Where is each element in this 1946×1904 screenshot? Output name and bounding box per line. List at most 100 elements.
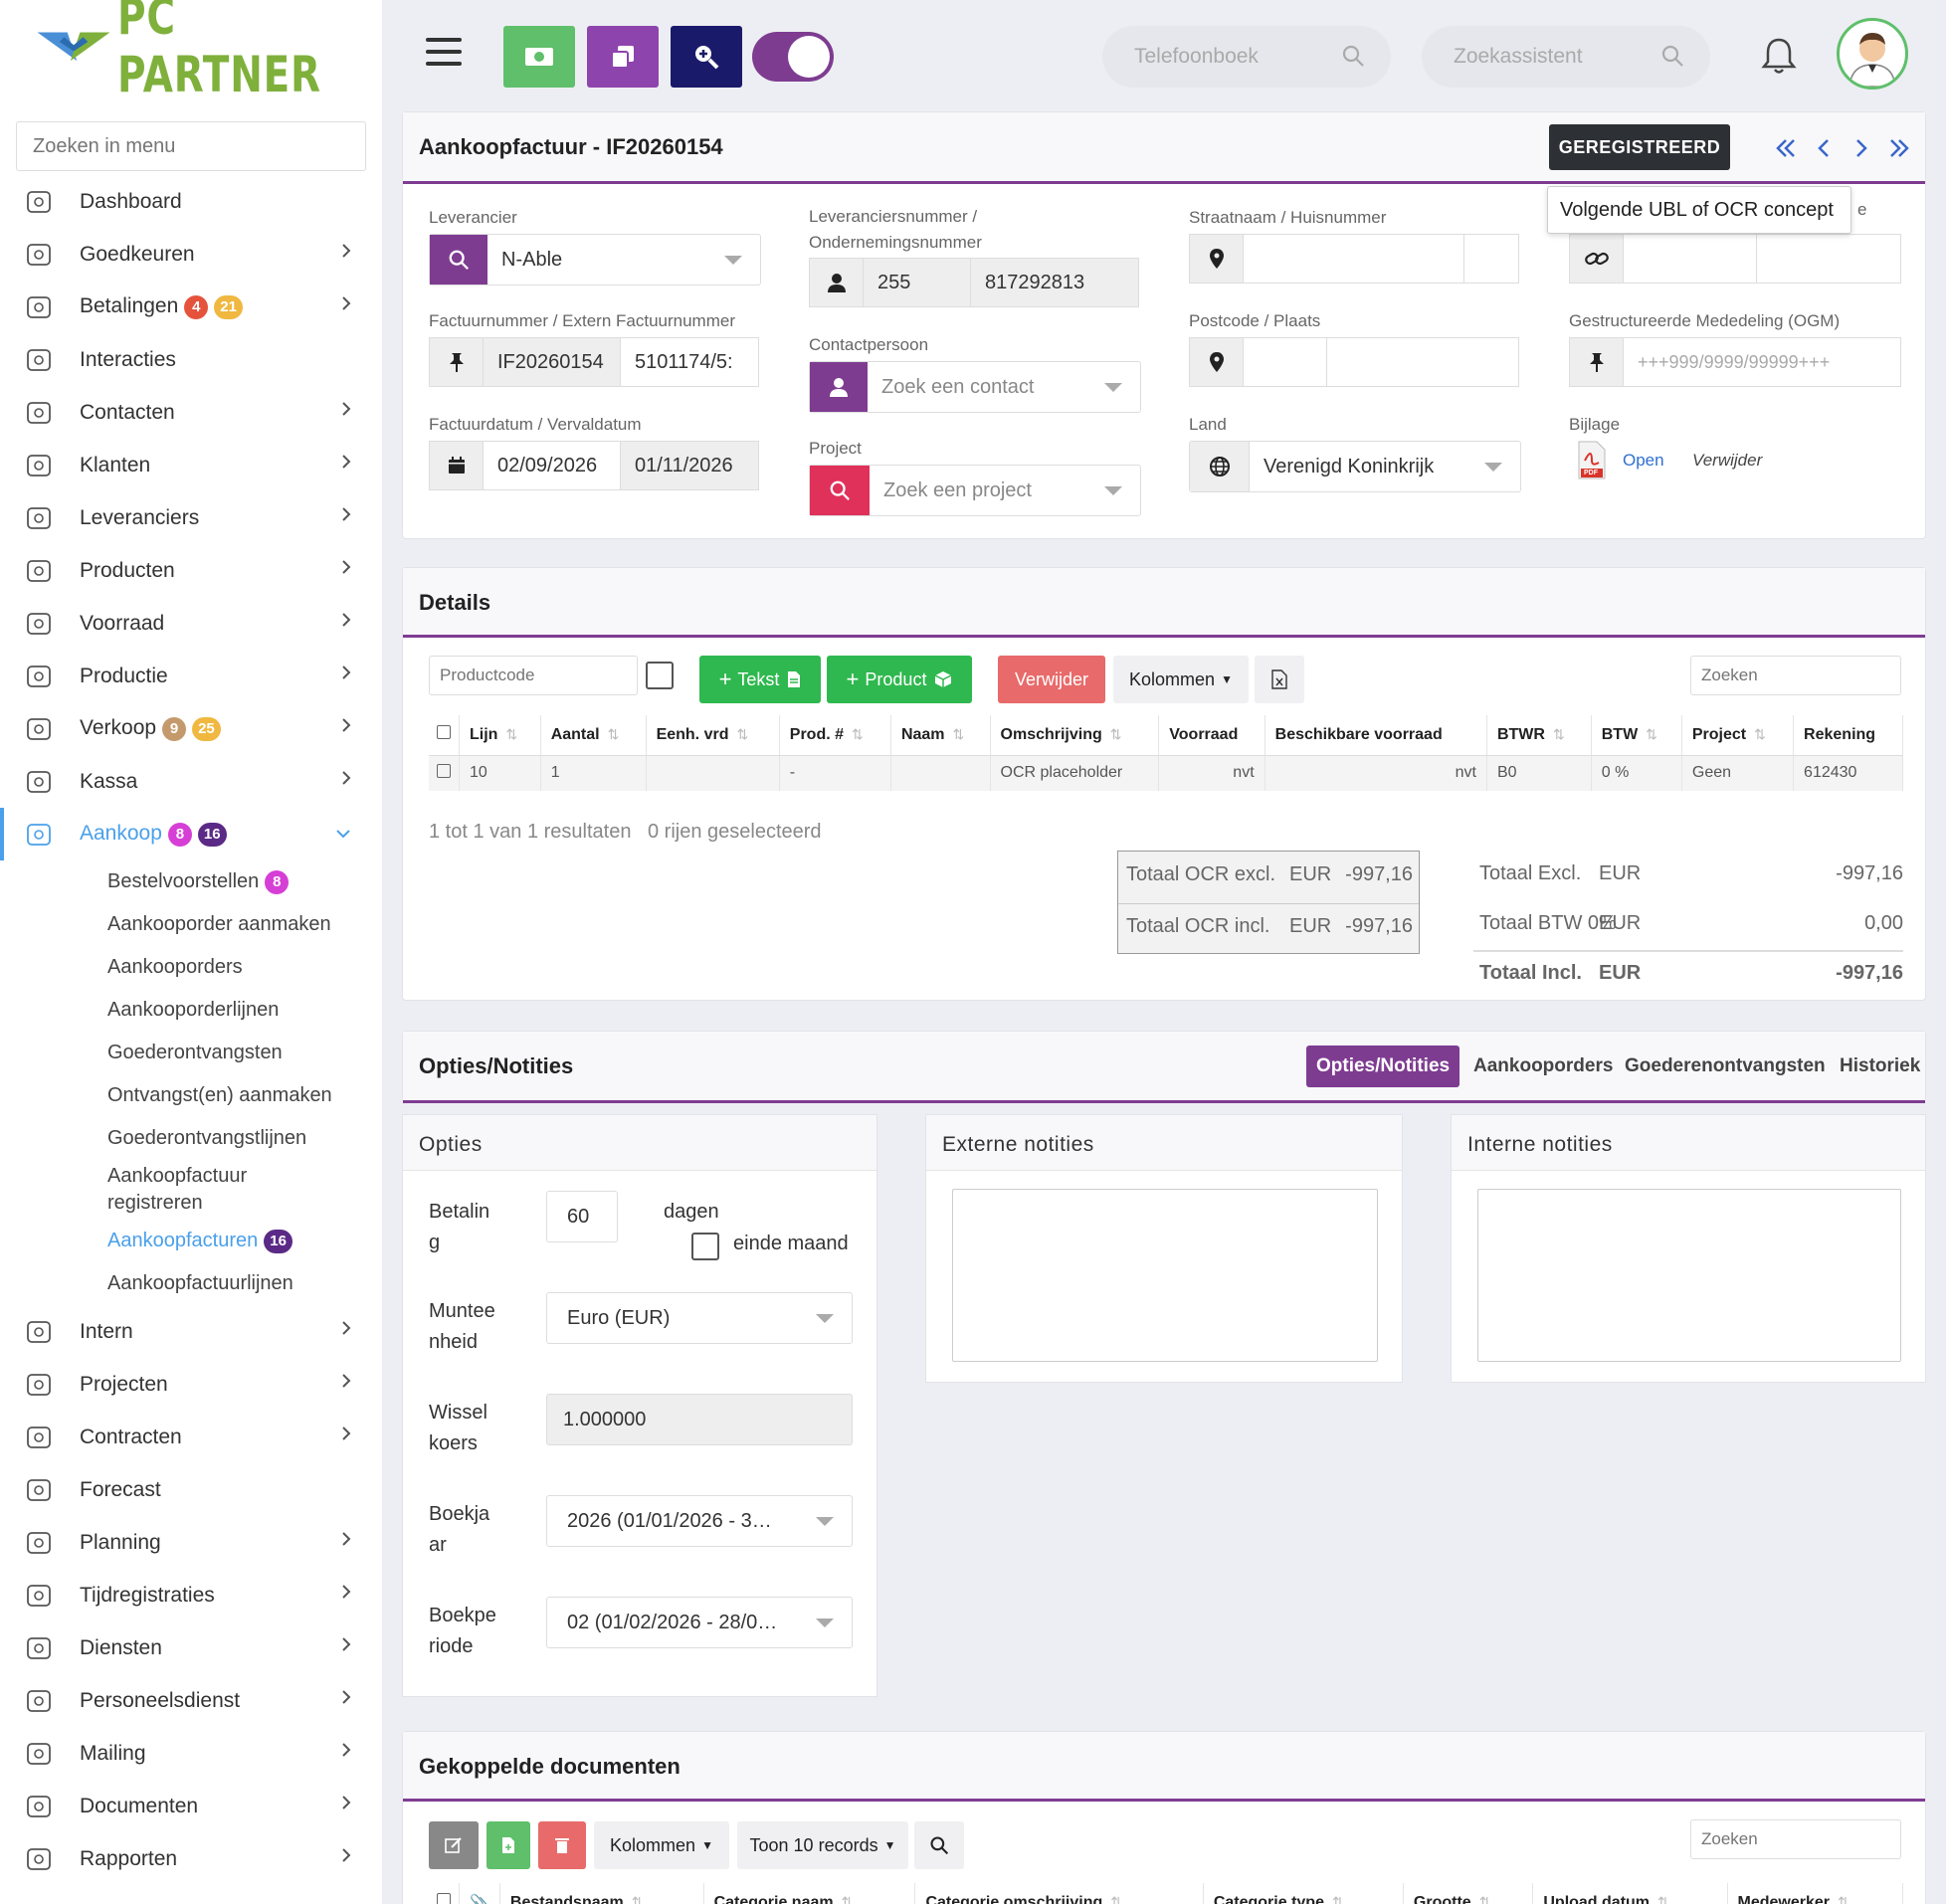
sidebar-item-timer[interactable]: Tijdregistraties [0, 1569, 382, 1621]
supplier-select[interactable]: N-Able [429, 234, 761, 286]
sidebar-item-contact-card[interactable]: Contacten [0, 386, 382, 439]
column-header[interactable]: Aantal ⇅ [540, 715, 647, 756]
invoice-number-field[interactable]: IF20260154 [484, 338, 621, 386]
sidebar-subitem[interactable]: Goederontvangsten [0, 1032, 382, 1074]
sidebar-item-dashboard[interactable]: Dashboard [0, 175, 382, 228]
tab-goederenontvangsten[interactable]: Goederenontvangsten [1615, 1046, 1836, 1087]
tab-opties-notities[interactable]: Opties/Notities [1306, 1046, 1460, 1087]
sidebar-item-boxes[interactable]: Voorraad [0, 597, 382, 650]
country-select[interactable]: Verenigd Koninkrijk [1189, 441, 1521, 492]
delete-button[interactable]: Verwijder [998, 656, 1105, 703]
contact-select[interactable]: Zoek een contact [809, 361, 1141, 413]
assistant-search[interactable]: Zoekassistent [1422, 26, 1710, 88]
ogm-input[interactable]: +++999/9999/99999+++ [1624, 338, 1900, 386]
pdf-file-icon[interactable]: PDF [1577, 441, 1607, 480]
avatar[interactable] [1837, 18, 1908, 90]
column-header[interactable]: Voorraad [1158, 715, 1265, 756]
show-records-dropdown[interactable]: Toon 10 records ▼ [737, 1821, 908, 1869]
zoom-search-button[interactable] [671, 26, 742, 88]
column-header[interactable]: Beschikbare voorraad [1265, 715, 1487, 756]
column-header[interactable]: Categorie omschrijving ⇅ [914, 1883, 1204, 1904]
column-header[interactable]: Categorie naam ⇅ [703, 1883, 916, 1904]
add-document-button[interactable] [486, 1821, 530, 1869]
logo[interactable]: PC PARTNER [36, 0, 382, 103]
link-button[interactable] [1570, 235, 1624, 283]
due-date-field[interactable]: 01/11/2026 [621, 442, 758, 489]
tab-aankooporders[interactable]: Aankooporders [1463, 1046, 1623, 1087]
documents-search-button[interactable] [914, 1821, 964, 1869]
pin-button[interactable] [430, 338, 484, 386]
sidebar-item-project[interactable]: Projecten [0, 1358, 382, 1411]
column-header[interactable]: Rekening [1793, 715, 1903, 756]
sidebar-item-person[interactable]: Klanten [0, 439, 382, 491]
sidebar-subitem[interactable]: Aankoopfactuurlijnen [0, 1262, 382, 1305]
house-number-field[interactable] [1464, 235, 1518, 283]
sidebar-item-refresh[interactable]: Diensten [0, 1621, 382, 1674]
column-header[interactable]: Grootte ⇅ [1403, 1883, 1534, 1904]
sidebar-item-basket[interactable]: Kassa [0, 755, 382, 808]
last-record-icon[interactable] [1887, 136, 1911, 160]
supplier-search-button[interactable] [430, 235, 487, 285]
column-header[interactable]: Eenh. vrd ⇅ [646, 715, 780, 756]
cash-button[interactable] [503, 26, 575, 88]
fiscal-year-select[interactable]: 2026 (01/01/2026 - 3… [546, 1495, 853, 1547]
period-select[interactable]: 02 (01/02/2026 - 28/0… [546, 1597, 853, 1648]
sidebar-subitem[interactable]: Aankoopfacturen 16 [0, 1220, 382, 1262]
sidebar-item-send[interactable]: Mailing [0, 1727, 382, 1780]
external-notes-textarea[interactable] [952, 1189, 1378, 1362]
next-record-icon[interactable] [1851, 136, 1871, 160]
productcode-input[interactable] [429, 656, 638, 695]
column-header[interactable]: Upload datum ⇅ [1532, 1883, 1728, 1904]
column-header[interactable]: BTWR ⇅ [1486, 715, 1592, 756]
external-number-field[interactable]: 5101174/5: [621, 338, 758, 386]
add-text-button[interactable]: + Tekst [699, 656, 821, 703]
column-header[interactable]: Categorie type ⇅ [1203, 1883, 1404, 1904]
remove-attachment-link[interactable]: Verwijder [1692, 451, 1762, 471]
sidebar-item-staff[interactable]: Personeelsdienst [0, 1674, 382, 1727]
add-product-button[interactable]: + Product [827, 656, 972, 703]
bell-icon[interactable] [1761, 36, 1797, 76]
column-header[interactable]: Omschrijving ⇅ [990, 715, 1160, 756]
edit-document-button[interactable] [429, 1821, 479, 1869]
column-header[interactable]: BTW ⇅ [1591, 715, 1682, 756]
copy-button[interactable] [587, 26, 659, 88]
project-select[interactable]: Zoek een project [809, 465, 1141, 516]
delete-document-button[interactable] [538, 1821, 586, 1869]
first-record-icon[interactable] [1774, 136, 1798, 160]
column-header[interactable]: Medewerker ⇅ [1727, 1883, 1904, 1904]
sidebar-item-user-check[interactable]: Goedkeuren [0, 228, 382, 281]
table-row[interactable]: 10 1- OCR placeholder nvt nvt B0 0 % Geen 612430 [429, 755, 1903, 791]
project-search-button[interactable] [810, 466, 870, 515]
link-field-2[interactable] [1757, 235, 1900, 283]
internal-notes-textarea[interactable] [1477, 1189, 1901, 1362]
documents-search-input[interactable] [1690, 1819, 1901, 1859]
sidebar-item-cart[interactable]: Aankoop 8 16 [0, 808, 382, 860]
sidebar-item-people[interactable]: Intern [0, 1305, 382, 1358]
sidebar-subitem[interactable]: Goederontvangstlijnen [0, 1117, 382, 1160]
previous-record-icon[interactable] [1814, 136, 1834, 160]
column-header[interactable]: Bestandsnaam ⇅ [499, 1883, 704, 1904]
sidebar-item-truck[interactable]: Leveranciers [0, 491, 382, 544]
sidebar-item-euro[interactable]: Verkoop 9 25 [0, 702, 382, 755]
sidebar-item-card[interactable]: Betalingen 4 21 [0, 281, 382, 333]
sidebar-subitem[interactable]: Bestelvoorstellen 8 [0, 860, 382, 903]
column-header[interactable]: Prod. # ⇅ [779, 715, 891, 756]
street-field[interactable] [1244, 235, 1464, 283]
sidebar-item-contract[interactable]: Contracten [0, 1411, 382, 1463]
row-checkbox[interactable] [429, 755, 460, 791]
sidebar-item-forecast[interactable]: Forecast [0, 1463, 382, 1516]
mode-toggle[interactable] [752, 32, 834, 82]
select-all-checkbox[interactable] [429, 715, 460, 756]
menu-search-input[interactable] [16, 121, 366, 171]
select-all-checkbox[interactable] [429, 1883, 460, 1904]
sidebar-item-calendar[interactable]: Planning [0, 1516, 382, 1569]
exchange-rate-input[interactable]: 1.000000 [546, 1394, 853, 1445]
link-field-1[interactable] [1624, 235, 1757, 283]
sidebar-item-gears[interactable]: Productie [0, 650, 382, 702]
column-header[interactable]: Naam ⇅ [890, 715, 991, 756]
postcode-field[interactable] [1244, 338, 1327, 386]
sidebar-subitem[interactable]: Aankooporder aanmaken [0, 903, 382, 946]
sidebar-subitem[interactable]: Ontvangst(en) aanmaken [0, 1074, 382, 1117]
pin-button[interactable] [1570, 338, 1624, 386]
sidebar-item-folder[interactable]: Documenten [0, 1780, 382, 1832]
